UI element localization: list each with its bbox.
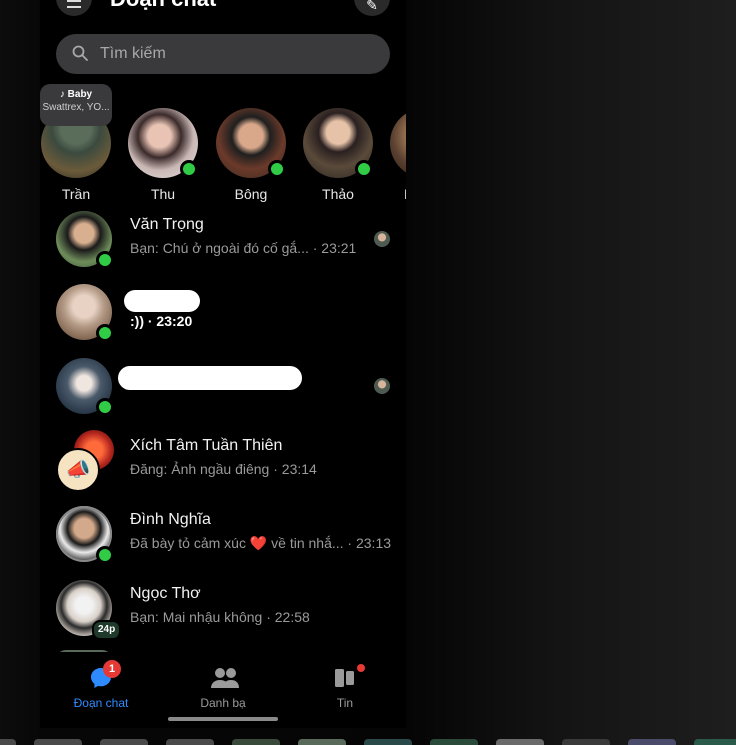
people-icon xyxy=(211,666,239,690)
chat-row[interactable]: :)) · 23:20 xyxy=(40,280,406,350)
taskbar-thumbnail[interactable] xyxy=(34,739,82,745)
story-name: Thu xyxy=(150,186,176,202)
seen-avatar xyxy=(374,378,390,394)
page-title: Đoạn chat xyxy=(110,0,216,12)
megaphone-icon: 📣 xyxy=(56,448,100,492)
avatar xyxy=(56,506,114,564)
taskbar-thumbnail[interactable] xyxy=(298,739,346,745)
taskbar-thumbnail[interactable] xyxy=(364,739,412,745)
note-title-text: Baby xyxy=(67,89,93,100)
story-item[interactable]: Thu xyxy=(127,108,199,202)
stories-svg xyxy=(335,669,354,687)
online-indicator xyxy=(268,160,286,178)
avatar xyxy=(216,108,286,178)
home-indicator[interactable] xyxy=(168,717,278,721)
taskbar-thumbnail[interactable] xyxy=(100,739,148,745)
search-input[interactable] xyxy=(100,34,370,74)
redaction-mark xyxy=(124,290,200,312)
online-indicator xyxy=(96,546,114,564)
avatar xyxy=(390,108,406,178)
avatar xyxy=(56,284,114,342)
story-item[interactable]: N xyxy=(390,108,406,202)
seen-avatar xyxy=(374,231,390,247)
taskbar-thumbnail[interactable] xyxy=(628,739,676,745)
story-name: Thảo xyxy=(322,186,354,202)
taskbar-thumbnail[interactable] xyxy=(496,739,544,745)
nav-stories-label: Tin xyxy=(336,696,354,710)
chat-preview: :)) · 23:20 xyxy=(130,313,193,329)
chat-preview-text: Đã bày tỏ cảm xúc xyxy=(130,535,250,551)
chat-row[interactable] xyxy=(40,354,406,424)
menu-icon-line xyxy=(67,6,81,8)
chat-preview: Bạn: Chú ở ngoài đó cố gắ... · 23:21 xyxy=(130,240,357,256)
messenger-app: Đoạn chat ✎ ♪ Baby Swattrex, YO... Trần xyxy=(40,0,406,728)
chat-preview: Đăng: Ảnh ngầu điêng · 23:14 xyxy=(130,461,317,477)
online-indicator xyxy=(96,324,114,342)
nav-contacts[interactable]: Danh bạ xyxy=(173,660,273,710)
search-icon xyxy=(72,45,88,61)
chat-row[interactable]: Văn Trọng Bạn: Chú ở ngoài đó cố gắ... ·… xyxy=(40,207,406,277)
nav-chats[interactable]: 1 Đoạn chat xyxy=(51,660,151,710)
story-item[interactable]: Thảo xyxy=(302,108,374,202)
unread-badge: 1 xyxy=(103,660,121,678)
online-indicator xyxy=(355,160,373,178)
chat-name: Văn Trọng xyxy=(130,216,204,233)
story-name: Bông xyxy=(234,186,268,202)
search-bar[interactable] xyxy=(56,34,390,74)
taskbar-thumbnail[interactable] xyxy=(232,739,280,745)
chat-name: Xích Tâm Tuần Thiên xyxy=(130,437,283,454)
note-bubble[interactable]: ♪ Baby Swattrex, YO... xyxy=(40,84,112,126)
stories-icon xyxy=(333,664,365,690)
compose-icon: ✎ xyxy=(366,0,378,13)
chat-row[interactable]: 📣 Xích Tâm Tuần Thiên Đăng: Ảnh ngầu điê… xyxy=(40,428,406,498)
avatar xyxy=(303,108,373,178)
taskbar-thumbnail[interactable] xyxy=(0,739,16,745)
active-time-badge: 24p xyxy=(92,620,122,640)
chat-row[interactable]: Đình Nghĩa Đã bày tỏ cảm xúc ❤️ về tin n… xyxy=(40,502,406,572)
note-subtitle: Swattrex, YO... xyxy=(42,102,110,113)
new-story-dot xyxy=(357,664,365,672)
chat-name: Ngọc Thơ xyxy=(130,585,201,602)
story-name: N xyxy=(390,186,406,202)
nav-chats-label: Đoạn chat xyxy=(73,696,129,710)
note-title: ♪ Baby xyxy=(40,89,112,100)
menu-button[interactable] xyxy=(56,0,92,16)
avatar xyxy=(56,358,114,416)
avatar xyxy=(128,108,198,178)
chat-preview: Đã bày tỏ cảm xúc ❤️ về tin nhắ... · 23:… xyxy=(130,535,391,552)
taskbar-thumbnail[interactable] xyxy=(694,739,736,745)
chat-row[interactable]: 24p Ngọc Thơ Bạn: Mai nhậu không · 22:58 xyxy=(40,576,406,646)
chat-bubble-icon: 1 xyxy=(89,660,121,690)
people-svg xyxy=(211,668,239,688)
avatar xyxy=(56,211,114,269)
screen: Đoạn chat ✎ ♪ Baby Swattrex, YO... Trần xyxy=(0,0,736,745)
menu-icon-line xyxy=(67,0,81,2)
online-indicator xyxy=(96,398,114,416)
taskbar-thumbnail[interactable] xyxy=(430,739,478,745)
chat-name: Đình Nghĩa xyxy=(130,511,211,528)
online-indicator xyxy=(96,251,114,269)
avatar: 24p xyxy=(56,580,122,640)
story-name: Trần xyxy=(61,186,91,202)
redaction-mark xyxy=(118,366,302,390)
compose-button[interactable]: ✎ xyxy=(354,0,390,16)
music-icon: ♪ xyxy=(59,89,68,100)
taskbar-thumbnail[interactable] xyxy=(166,739,214,745)
story-item[interactable]: Bông xyxy=(215,108,287,202)
chat-preview: Bạn: Mai nhậu không · 22:58 xyxy=(130,609,310,625)
online-indicator xyxy=(180,160,198,178)
nav-stories[interactable]: Tin xyxy=(295,660,395,710)
chat-preview-text: về tin nhắ... · 23:13 xyxy=(267,535,392,551)
taskbar-thumbnail[interactable] xyxy=(562,739,610,745)
nav-contacts-label: Danh bạ xyxy=(200,696,246,710)
heart-icon: ❤️ xyxy=(249,535,268,551)
